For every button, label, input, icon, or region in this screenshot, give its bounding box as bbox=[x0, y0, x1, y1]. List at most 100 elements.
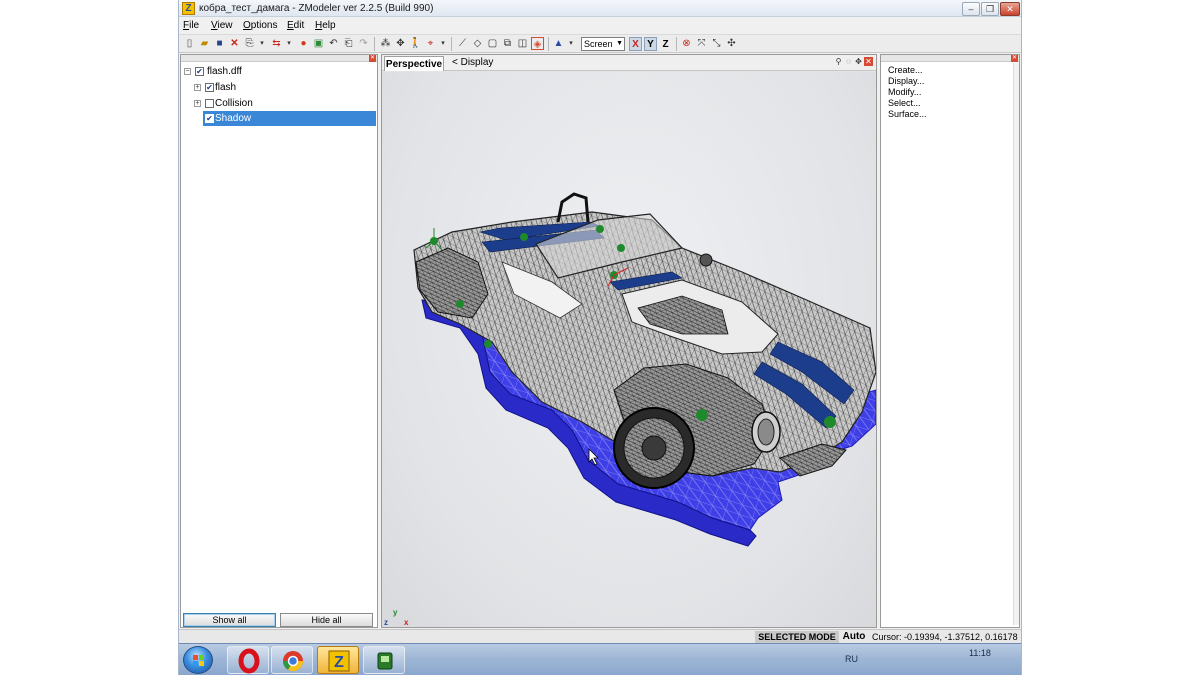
record-icon[interactable]: ● bbox=[297, 37, 310, 50]
new-file-icon[interactable]: ▯ bbox=[183, 37, 196, 50]
import-icon[interactable]: ⎘ bbox=[243, 37, 256, 50]
axis-y-label: y bbox=[393, 608, 398, 617]
command-create[interactable]: Create... bbox=[888, 65, 923, 76]
pan-icon[interactable]: ✥ bbox=[854, 57, 863, 66]
command-surface[interactable]: Surface... bbox=[888, 109, 927, 120]
perspective-viewport: Perspective < Display ⚲ ◌ ✥ ✕ z y x bbox=[381, 54, 877, 628]
snap-icon[interactable]: ⤧ bbox=[695, 37, 708, 50]
tree-item-label: flash.dff bbox=[207, 66, 242, 77]
visibility-checkbox[interactable] bbox=[205, 99, 214, 108]
zmodeler-window: Z кобра_тест_дамага - ZModeler ver 2.2.5… bbox=[178, 0, 1022, 675]
window-title: кобра_тест_дамага - ZModeler ver 2.2.5 (… bbox=[199, 3, 434, 14]
close-icon[interactable]: ✕ bbox=[369, 55, 376, 62]
redo-icon[interactable]: ↷ bbox=[357, 37, 370, 50]
panel-header: ✕ bbox=[881, 55, 1019, 62]
menu-file-label: ile bbox=[189, 20, 200, 31]
move-icon[interactable]: ✥ bbox=[394, 37, 407, 50]
open-folder-icon[interactable]: ▰ bbox=[198, 37, 211, 50]
rotate-icon[interactable]: ✣ bbox=[725, 37, 738, 50]
title-bar[interactable]: Z кобра_тест_дамага - ZModeler ver 2.2.5… bbox=[179, 0, 1021, 17]
axis-z-toggle[interactable]: Z bbox=[659, 37, 672, 51]
texture-icon[interactable]: ▣ bbox=[312, 37, 325, 50]
pivot-icon[interactable]: ⌖ bbox=[424, 37, 437, 50]
cone-tool-icon[interactable]: ▲ bbox=[552, 37, 565, 50]
zmodeler-app-icon[interactable]: Z bbox=[182, 2, 195, 15]
tree-item-label: flash bbox=[215, 82, 237, 93]
close-icon[interactable]: ✕ bbox=[864, 57, 873, 66]
language-indicator[interactable]: RU bbox=[845, 654, 858, 664]
restore-icon: ❐ bbox=[985, 4, 995, 14]
delete-icon[interactable]: ✕ bbox=[228, 37, 241, 50]
taskbar-zmodeler[interactable]: Z bbox=[317, 646, 359, 674]
axis-x-toggle[interactable]: X bbox=[629, 37, 642, 51]
start-button[interactable] bbox=[183, 646, 213, 674]
tools-dropdown-icon[interactable]: ▾ bbox=[439, 37, 447, 50]
axis-y-toggle[interactable]: Y bbox=[644, 37, 657, 51]
scale-icon[interactable]: ⤡ bbox=[710, 37, 723, 50]
face-mode-icon[interactable]: ◇ bbox=[471, 37, 484, 50]
menu-edit[interactable]: Edit bbox=[287, 20, 304, 31]
visibility-checkbox[interactable]: ✔ bbox=[205, 83, 214, 92]
menu-help[interactable]: Help bbox=[315, 20, 336, 31]
close-button[interactable]: ✕ bbox=[1000, 2, 1020, 16]
menu-edit-mnemonic: E bbox=[287, 20, 294, 31]
command-modify[interactable]: Modify... bbox=[888, 87, 921, 98]
system-clock[interactable]: 11:18 bbox=[969, 648, 991, 658]
taskbar-chrome[interactable] bbox=[271, 646, 313, 674]
command-display[interactable]: Display... bbox=[888, 76, 924, 87]
tree-item-collision[interactable]: + Collision bbox=[193, 96, 373, 111]
collapse-icon[interactable]: − bbox=[184, 68, 191, 75]
coordinate-system-select[interactable]: Screen ▼ bbox=[581, 37, 625, 51]
cursor-coordinates: Cursor: -0.19394, -1.37512, 0.16178 bbox=[872, 632, 1018, 642]
menu-file[interactable]: File bbox=[183, 20, 199, 31]
main-toolbar: ▯ ▰ ■ ✕ ⎘ ▾ ⇆ ▾ ● ▣ ↶ ⎗ ↷ ⁂ ✥ 🚶 ⌖ ▾ ⟋ ◇ … bbox=[179, 34, 1021, 53]
command-panel-scrollbar[interactable] bbox=[1013, 63, 1019, 625]
show-all-button[interactable]: Show all bbox=[183, 613, 276, 627]
tab-perspective[interactable]: Perspective bbox=[384, 56, 444, 71]
selected-mode-indicator[interactable]: SELECTED MODE bbox=[755, 631, 839, 643]
zoom-icon[interactable]: ⚲ bbox=[834, 57, 843, 66]
save-icon[interactable]: ■ bbox=[213, 37, 226, 50]
minimize-button[interactable]: – bbox=[962, 2, 980, 16]
visibility-checkbox[interactable]: ✔ bbox=[205, 114, 214, 123]
tree-item-label: Shadow bbox=[215, 113, 252, 124]
magnet-icon[interactable]: ⊗ bbox=[680, 37, 693, 50]
walk-icon[interactable]: 🚶 bbox=[409, 37, 422, 50]
close-icon[interactable]: ✕ bbox=[1011, 55, 1018, 62]
cube-mode-icon[interactable]: ⧉ bbox=[501, 37, 514, 50]
wireframe-mode-icon[interactable]: ◈ bbox=[531, 37, 544, 50]
copy-icon[interactable]: ⎗ bbox=[342, 37, 355, 50]
tree-item-flash-dff[interactable]: − ✔ flash.dff bbox=[183, 64, 373, 79]
command-select[interactable]: Select... bbox=[888, 98, 921, 109]
visibility-checkbox[interactable]: ✔ bbox=[195, 67, 204, 76]
car-wireframe-render bbox=[413, 192, 876, 547]
panel-header: ✕ bbox=[181, 55, 377, 62]
toolbar-separator bbox=[451, 37, 452, 51]
tree-item-shadow[interactable]: ✔ Shadow bbox=[203, 111, 376, 126]
menu-options[interactable]: Options bbox=[243, 20, 277, 31]
orbit-icon[interactable]: ◌ bbox=[844, 57, 853, 66]
object-mode-icon[interactable]: ▢ bbox=[486, 37, 499, 50]
taskbar-opera[interactable] bbox=[227, 646, 269, 674]
expand-icon[interactable]: + bbox=[194, 100, 201, 107]
display-menu-button[interactable]: < Display bbox=[452, 57, 493, 68]
auto-indicator[interactable]: Auto bbox=[840, 631, 868, 643]
taskbar-app[interactable] bbox=[363, 646, 405, 674]
cone-dropdown-icon[interactable]: ▾ bbox=[567, 37, 575, 50]
chevron-down-icon: ▼ bbox=[616, 40, 623, 47]
undo-icon[interactable]: ↶ bbox=[327, 37, 340, 50]
tree-item-flash[interactable]: + ✔ flash bbox=[193, 80, 373, 95]
menu-view[interactable]: View bbox=[211, 20, 233, 31]
export-icon[interactable]: ⇆ bbox=[270, 37, 283, 50]
select-vertex-icon[interactable]: ⁂ bbox=[379, 37, 392, 50]
menu-edit-label: dit bbox=[293, 20, 305, 31]
export-dropdown-icon[interactable]: ▾ bbox=[285, 37, 293, 50]
hide-all-button[interactable]: Hide all bbox=[280, 613, 373, 627]
vertex-mode-icon[interactable]: ⟋ bbox=[456, 37, 469, 50]
solid-mode-icon[interactable]: ◫ bbox=[516, 37, 529, 50]
viewport-canvas[interactable]: z y x bbox=[382, 72, 876, 627]
import-dropdown-icon[interactable]: ▾ bbox=[258, 37, 266, 50]
expand-icon[interactable]: + bbox=[194, 84, 201, 91]
menu-bar: File View Options Edit Help bbox=[179, 17, 1021, 34]
maximize-button[interactable]: ❐ bbox=[981, 2, 999, 16]
